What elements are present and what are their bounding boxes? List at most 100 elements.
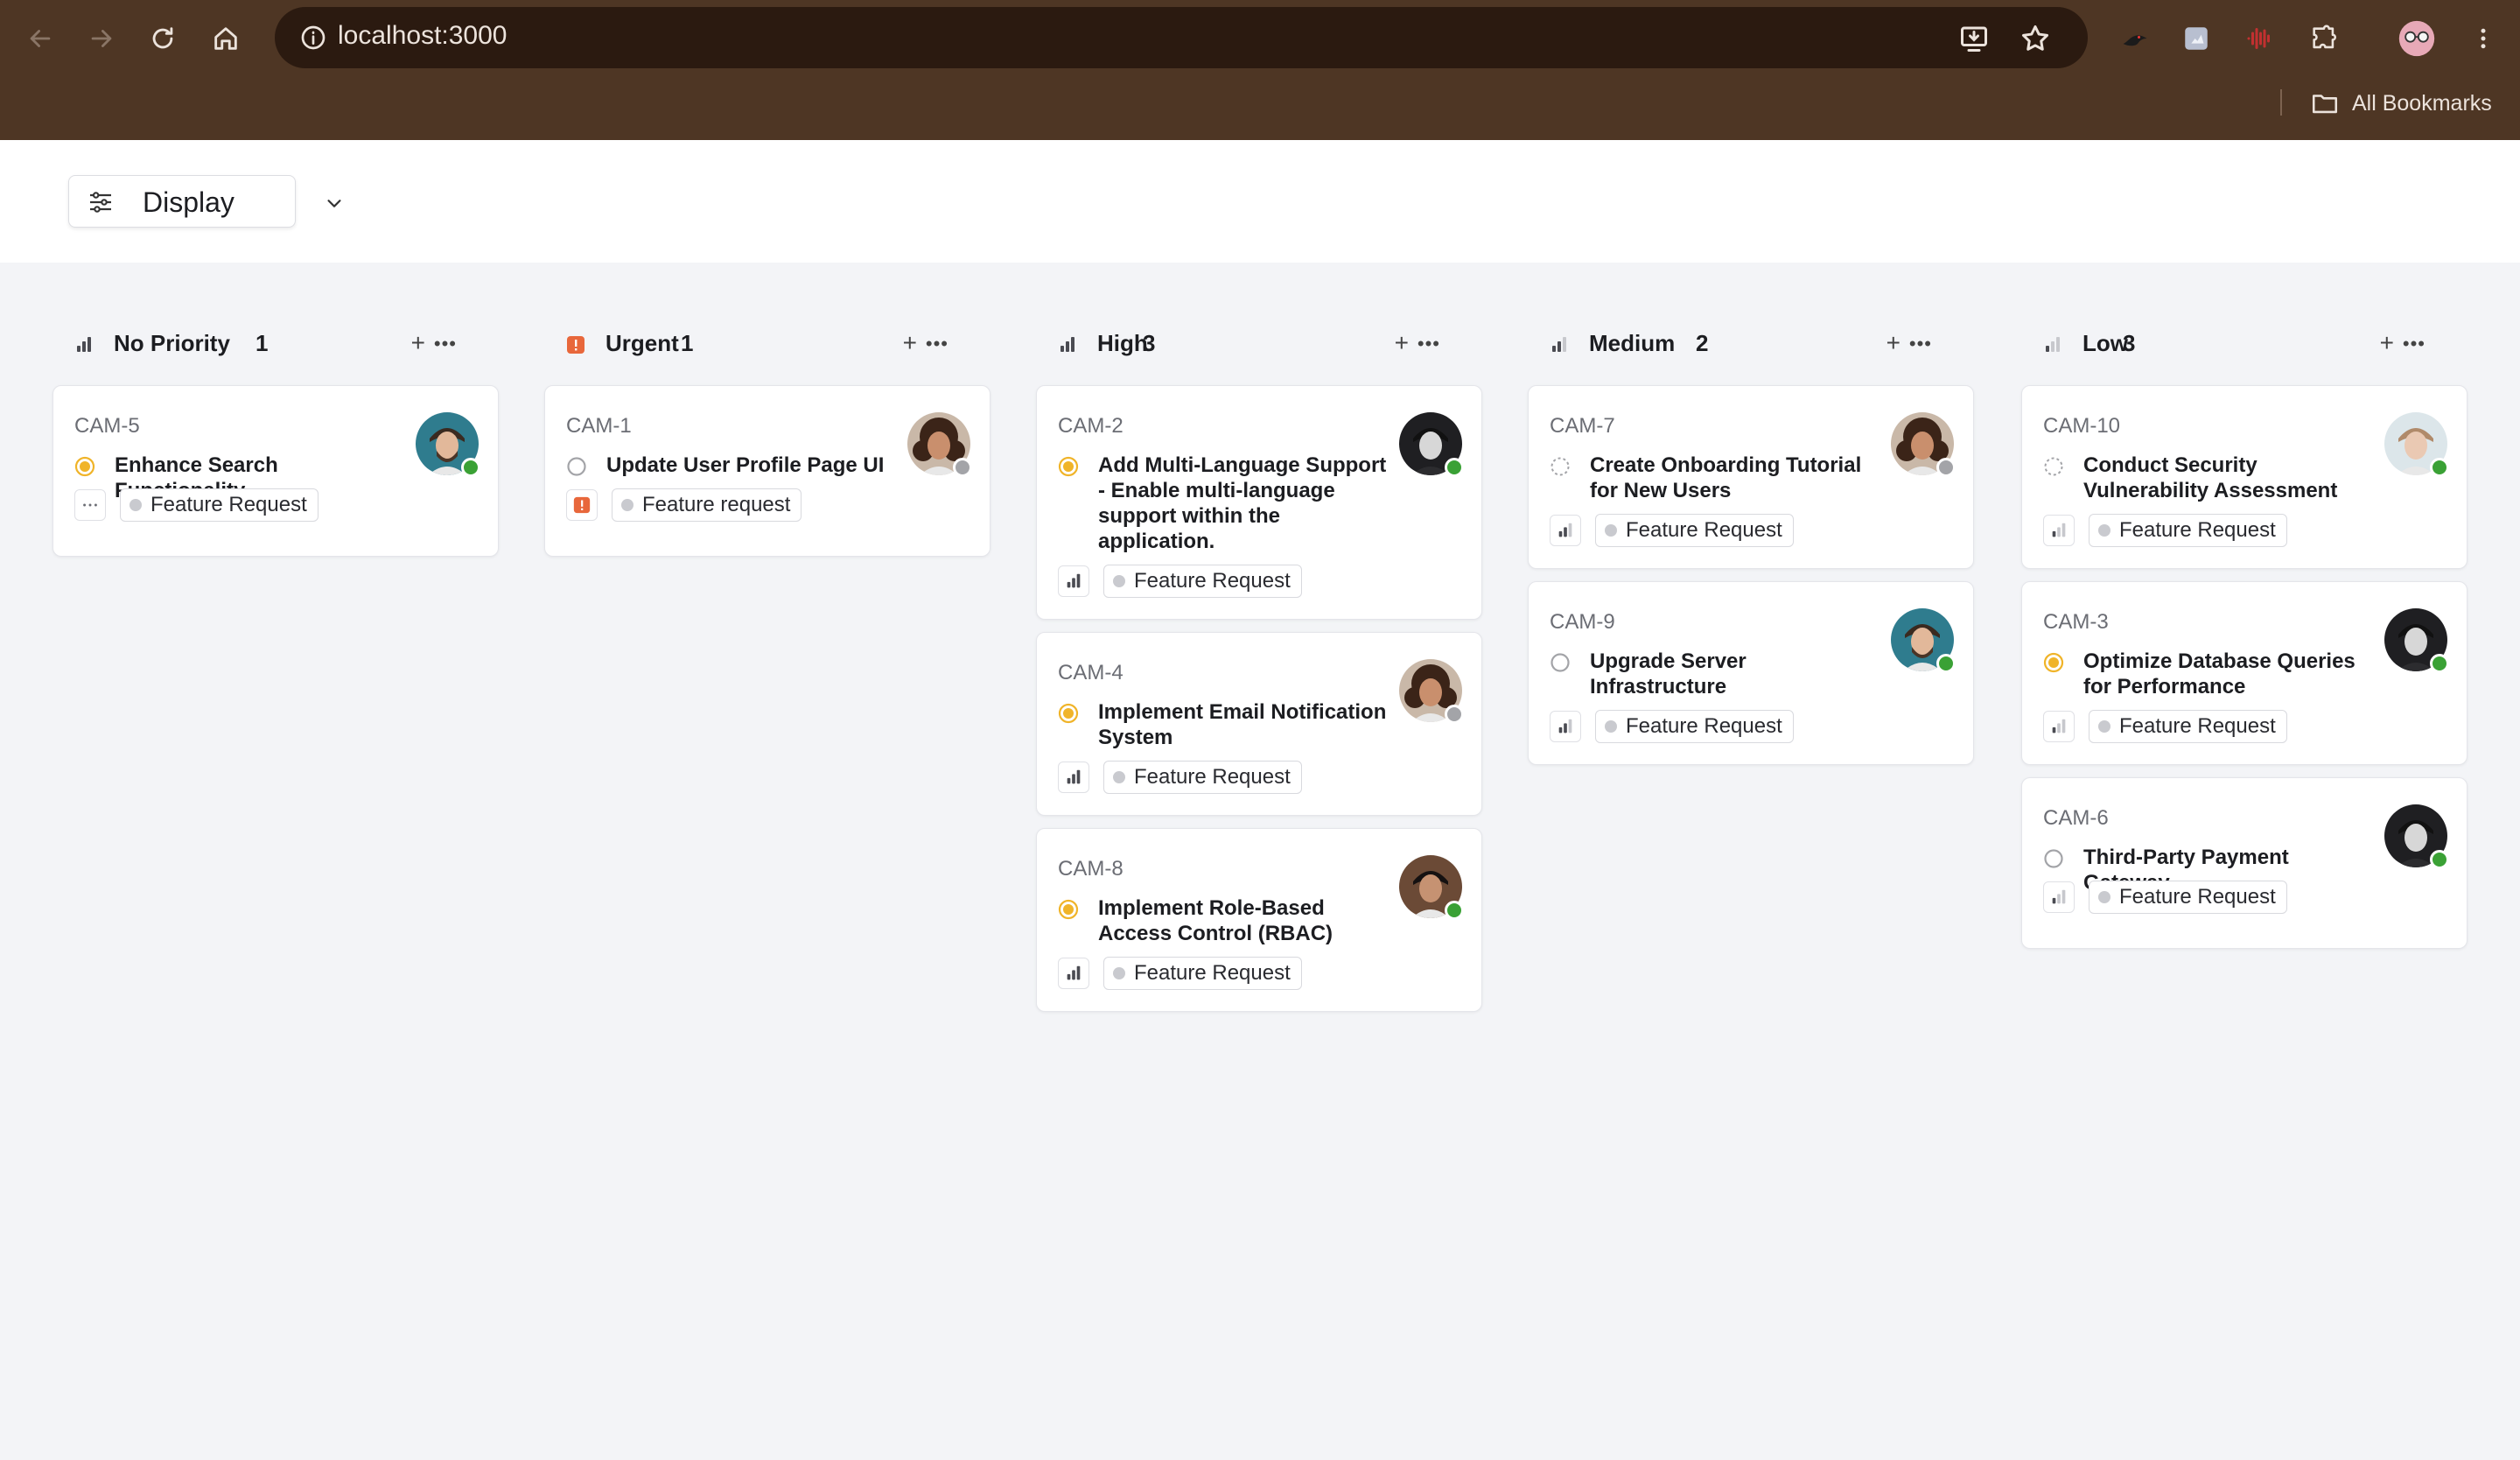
issue-id: CAM-9 — [1550, 610, 1615, 634]
label-tag[interactable]: Feature Request — [1103, 565, 1302, 598]
issue-title: Implement Email Notification System — [1098, 700, 1387, 749]
column-more-button[interactable]: ••• — [926, 333, 948, 355]
back-arrow-icon — [30, 30, 51, 47]
no-priority-icon — [74, 334, 94, 355]
priority-medium-icon[interactable] — [1550, 515, 1581, 546]
column-count: 2 — [1696, 330, 1709, 356]
label-tag[interactable]: Feature Request — [120, 488, 318, 522]
extension-audio-icon[interactable] — [2240, 19, 2278, 58]
status-in-progress-icon[interactable] — [1058, 703, 1079, 724]
status-todo-icon[interactable] — [2043, 848, 2064, 869]
add-issue-button[interactable]: + — [1395, 329, 1409, 357]
column-more-button[interactable]: ••• — [2403, 333, 2426, 355]
label-text: Feature Request — [1626, 518, 1782, 542]
home-icon — [214, 27, 237, 50]
home-button[interactable] — [206, 19, 245, 58]
issue-card[interactable]: CAM-8 Implement Role-Based Access Contro… — [1036, 828, 1482, 1012]
label-text: Feature Request — [2119, 518, 2276, 542]
issue-card[interactable]: CAM-2 Add Multi-Language Support - Enabl… — [1036, 385, 1482, 620]
status-backlog-icon[interactable] — [1550, 456, 1571, 477]
issue-id: CAM-1 — [566, 414, 632, 438]
extension-bird-icon[interactable] — [2116, 19, 2154, 58]
issue-card[interactable]: CAM-9 Upgrade Server Infrastructure Feat… — [1528, 581, 1974, 765]
issue-id: CAM-2 — [1058, 414, 1124, 438]
extensions-puzzle-icon[interactable] — [2305, 19, 2343, 58]
presence-indicator — [2430, 654, 2449, 673]
label-tag[interactable]: Feature Request — [1595, 710, 1794, 743]
issue-title: Implement Role-Based Access Control (RBA… — [1098, 896, 1334, 945]
priority-high-icon[interactable] — [1058, 762, 1089, 793]
label-tag[interactable]: Feature Request — [1595, 514, 1794, 547]
browser-menu-button[interactable] — [2464, 19, 2502, 58]
reload-button[interactable] — [144, 19, 182, 58]
profile-avatar-icon[interactable] — [2398, 19, 2436, 58]
priority-urgent-icon[interactable] — [566, 489, 598, 521]
issue-id: CAM-5 — [74, 414, 140, 438]
issue-card[interactable]: CAM-7 Create Onboarding Tutorial for New… — [1528, 385, 1974, 569]
column-more-button[interactable]: ••• — [1418, 333, 1440, 355]
low-priority-icon — [2042, 334, 2063, 355]
issue-card[interactable]: CAM-3 Optimize Database Queries for Perf… — [2021, 581, 2468, 765]
forward-arrow-icon — [91, 30, 112, 47]
column-more-button[interactable]: ••• — [434, 333, 457, 355]
label-tag[interactable]: Feature Request — [1103, 957, 1302, 990]
column-no-priority: No Priority 1 + ••• CAM-5 Enhance Search Fu… — [52, 315, 499, 557]
address-bar[interactable]: localhost:3000 — [275, 7, 2088, 68]
column-more-button[interactable]: ••• — [1909, 333, 1932, 355]
label-tag[interactable]: Feature Request — [2089, 710, 2287, 743]
url-text[interactable]: localhost:3000 — [338, 21, 507, 51]
install-app-icon[interactable] — [1958, 23, 1990, 54]
back-button[interactable] — [21, 19, 60, 58]
add-issue-button[interactable]: + — [903, 329, 917, 357]
status-backlog-icon[interactable] — [2043, 456, 2064, 477]
bookmarks-divider — [2280, 89, 2282, 116]
status-in-progress-icon[interactable] — [1058, 456, 1079, 477]
site-info-icon[interactable] — [299, 24, 327, 52]
status-in-progress-icon[interactable] — [2043, 652, 2064, 673]
priority-low-icon[interactable] — [2043, 515, 2075, 546]
priority-low-icon[interactable] — [2043, 711, 2075, 742]
medium-priority-icon — [1549, 334, 1570, 355]
status-in-progress-icon[interactable] — [74, 456, 95, 477]
issue-card[interactable]: CAM-1 Update User Profile Page UI Featur… — [544, 385, 990, 557]
priority-medium-icon[interactable] — [1550, 711, 1581, 742]
label-text: Feature Request — [1134, 569, 1291, 593]
label-dot — [1605, 524, 1617, 537]
display-button[interactable]: Display — [68, 175, 341, 228]
status-todo-icon[interactable] — [1550, 652, 1571, 673]
label-tag[interactable]: Feature Request — [2089, 881, 2287, 914]
priority-high-icon[interactable] — [1058, 958, 1089, 989]
all-bookmarks-button[interactable]: All Bookmarks — [2310, 88, 2492, 119]
issue-card[interactable]: CAM-6 Third-Party Payment Gateway Featur… — [2021, 777, 2468, 949]
column-header: High 3 + ••• — [1036, 315, 1482, 376]
bookmark-star-icon[interactable] — [2020, 23, 2051, 54]
issue-card[interactable]: CAM-5 Enhance Search Functionality Featu… — [52, 385, 499, 557]
add-issue-button[interactable]: + — [1886, 329, 1900, 357]
column-header: Medium 2 + ••• — [1528, 315, 1974, 376]
kebab-menu-icon — [2481, 28, 2486, 49]
priority-no-priority-icon[interactable] — [74, 489, 106, 521]
issue-title: Upgrade Server Infrastructure — [1590, 649, 1746, 698]
status-in-progress-icon[interactable] — [1058, 899, 1079, 920]
extension-image-icon[interactable] — [2177, 19, 2216, 58]
column-header: Low 3 + ••• — [2021, 315, 2468, 376]
label-tag[interactable]: Feature request — [612, 488, 802, 522]
issue-title: Conduct Security Vulnerability Assessmen… — [2083, 453, 2338, 502]
add-issue-button[interactable]: + — [2380, 329, 2394, 357]
column-title: Urgent — [606, 330, 679, 356]
label-text: Feature Request — [1134, 765, 1291, 789]
add-issue-button[interactable]: + — [411, 329, 425, 357]
issue-title: Update User Profile Page UI — [606, 453, 885, 477]
status-todo-icon[interactable] — [566, 456, 587, 477]
label-tag[interactable]: Feature Request — [2089, 514, 2287, 547]
priority-high-icon[interactable] — [1058, 565, 1089, 597]
issue-card[interactable]: CAM-10 Conduct Security Vulnerability As… — [2021, 385, 2468, 569]
browser-toolbar: localhost:3000 — [0, 0, 2520, 77]
chevron-down-icon — [327, 200, 341, 207]
label-tag[interactable]: Feature Request — [1103, 761, 1302, 794]
app-page: Display No Priority 1 + ••• CAM-5 Enhance S… — [0, 140, 2520, 1460]
display-label: Display — [143, 186, 234, 218]
forward-button[interactable] — [82, 19, 121, 58]
priority-low-icon[interactable] — [2043, 881, 2075, 913]
issue-card[interactable]: CAM-4 Implement Email Notification Syste… — [1036, 632, 1482, 816]
